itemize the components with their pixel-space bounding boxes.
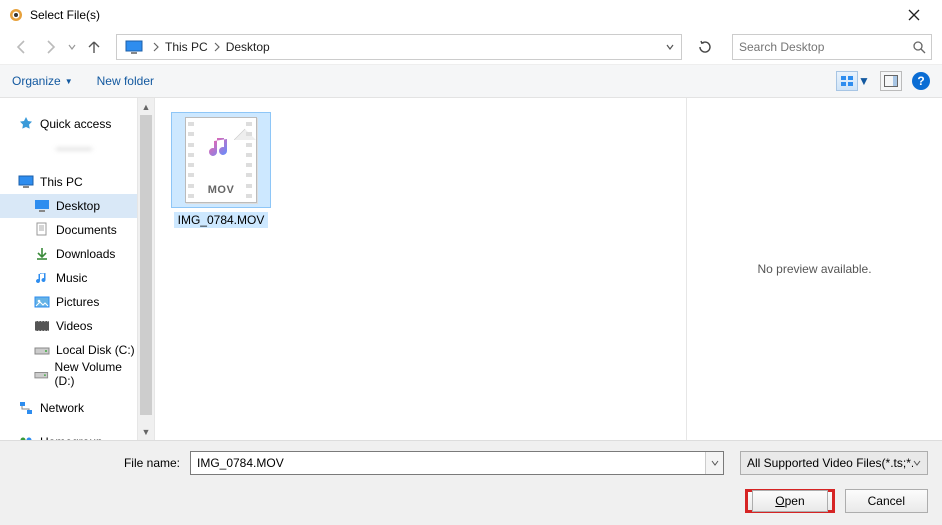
forward-button[interactable] — [38, 35, 62, 59]
sidebar-item-this-pc[interactable]: This PC — [0, 170, 137, 194]
breadcrumb-desktop[interactable]: Desktop — [224, 40, 272, 54]
preview-pane-toggle[interactable] — [880, 71, 902, 91]
titlebar: Select File(s) — [0, 0, 942, 30]
sidebar-item-downloads[interactable]: Downloads — [0, 242, 137, 266]
chevron-right-icon[interactable] — [210, 42, 224, 52]
desktop-icon — [34, 198, 50, 214]
chevron-right-icon[interactable] — [149, 42, 163, 52]
main-area: Quick access ——— This PC Desktop Documen… — [0, 98, 942, 440]
scroll-down-icon[interactable]: ▼ — [138, 423, 154, 440]
sidebar-item-quick-access[interactable]: Quick access — [0, 112, 137, 136]
documents-icon — [34, 222, 50, 238]
videos-icon — [34, 318, 50, 334]
sidebar-item-music[interactable]: Music — [0, 266, 137, 290]
back-button[interactable] — [10, 35, 34, 59]
sidebar-scrollbar[interactable]: ▲ ▼ — [137, 98, 154, 440]
sidebar-item-new-volume[interactable]: New Volume (D:) — [0, 362, 137, 386]
address-bar[interactable]: This PC Desktop — [116, 34, 682, 60]
toolbar: Organize ▼ New folder ▼ ? — [0, 64, 942, 98]
help-button[interactable]: ? — [912, 72, 930, 90]
filename-dropdown[interactable] — [705, 452, 723, 474]
history-dropdown[interactable] — [66, 43, 78, 51]
sidebar-item-redacted[interactable]: ——— — [0, 136, 137, 160]
filename-label: File name: — [14, 456, 184, 470]
downloads-icon — [34, 246, 50, 262]
file-type-filter[interactable]: All Supported Video Files(*.ts;*. — [740, 451, 928, 475]
folder-icon — [34, 140, 50, 156]
filter-label: All Supported Video Files(*.ts;*. — [747, 456, 913, 470]
network-icon — [18, 400, 34, 416]
close-button[interactable] — [894, 1, 934, 29]
cancel-label: Cancel — [868, 494, 905, 508]
file-ext-label: MOV — [186, 184, 256, 196]
file-list[interactable]: MOV IMG_0784.MOV — [155, 98, 686, 440]
drive-icon — [34, 342, 50, 358]
file-name-label: IMG_0784.MOV — [174, 212, 269, 228]
address-dropdown[interactable] — [661, 42, 679, 52]
nav-row: This PC Desktop — [0, 30, 942, 64]
up-button[interactable] — [82, 35, 106, 59]
sidebar-item-local-disk[interactable]: Local Disk (C:) — [0, 338, 137, 362]
this-pc-icon — [18, 174, 34, 190]
sidebar-item-network[interactable]: Network — [0, 396, 137, 420]
star-icon — [18, 116, 34, 132]
sidebar-item-documents[interactable]: Documents — [0, 218, 137, 242]
app-icon — [8, 7, 24, 23]
view-mode-button[interactable] — [836, 71, 858, 91]
organize-menu[interactable]: Organize ▼ — [12, 74, 73, 88]
sidebar-item-pictures[interactable]: Pictures — [0, 290, 137, 314]
this-pc-icon — [125, 40, 143, 54]
view-mode-dropdown[interactable]: ▼ — [858, 74, 870, 88]
search-input[interactable] — [733, 40, 907, 54]
chevron-down-icon — [913, 459, 921, 467]
new-folder-button[interactable]: New folder — [97, 74, 154, 88]
search-icon[interactable] — [907, 40, 931, 54]
bottom-bar: File name: All Supported Video Files(*.t… — [0, 440, 942, 525]
drive-icon — [34, 366, 49, 382]
music-note-icon — [206, 133, 236, 163]
sidebar-item-desktop[interactable]: Desktop — [0, 194, 137, 218]
refresh-button[interactable] — [690, 34, 720, 60]
music-icon — [34, 270, 50, 286]
window-title: Select File(s) — [30, 8, 894, 22]
sidebar: Quick access ——— This PC Desktop Documen… — [0, 98, 137, 440]
scrollbar-thumb[interactable] — [140, 115, 152, 415]
sidebar-item-videos[interactable]: Videos — [0, 314, 137, 338]
preview-pane: No preview available. — [686, 98, 942, 440]
sidebar-item-homegroup[interactable]: Homegroup — [0, 430, 137, 440]
preview-text: No preview available. — [757, 262, 871, 276]
filename-input[interactable] — [190, 451, 724, 475]
open-button[interactable]: Open — [745, 489, 834, 513]
pictures-icon — [34, 294, 50, 310]
file-thumbnail: MOV — [185, 117, 257, 203]
chevron-down-icon: ▼ — [65, 77, 73, 86]
scroll-up-icon[interactable]: ▲ — [138, 98, 154, 115]
breadcrumb-this-pc[interactable]: This PC — [163, 40, 210, 54]
open-label: pen — [785, 494, 805, 508]
file-item[interactable]: MOV IMG_0784.MOV — [169, 112, 273, 228]
organize-label: Organize — [12, 74, 61, 88]
cancel-button[interactable]: Cancel — [845, 489, 928, 513]
search-box[interactable] — [732, 34, 932, 60]
